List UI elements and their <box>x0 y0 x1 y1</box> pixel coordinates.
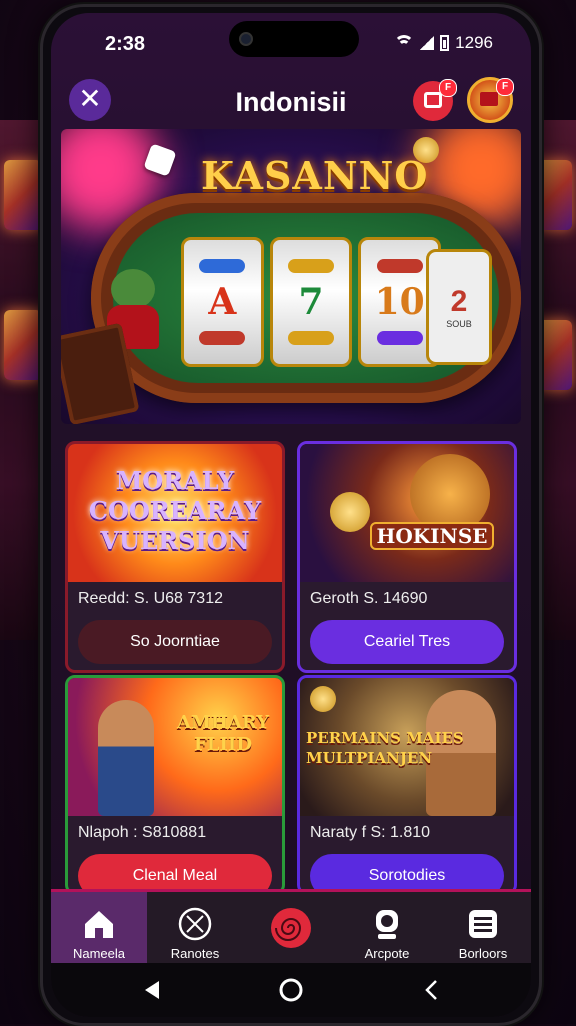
nav-item-home[interactable]: Nameela <box>51 892 147 966</box>
nav-item-more[interactable]: Borloors <box>435 892 531 966</box>
wifi-icon <box>394 35 415 51</box>
nav-label: Nameela <box>72 946 126 961</box>
hero-title: KASANNO <box>201 153 429 198</box>
app-screen: 2:38 1296 ✕ Indonisii F F KASANNO A 7 10… <box>51 13 531 1017</box>
menu-icon <box>469 910 497 938</box>
camera-notch <box>229 21 359 57</box>
nav-label: Borloors <box>458 946 508 961</box>
gift-badge: F <box>439 79 457 97</box>
reel: 7 <box>269 237 353 367</box>
card-title: PERMAINS MAIES MULTPIANJEN <box>306 729 464 767</box>
coin-icon <box>330 492 370 532</box>
card-title: MORALY COOREARAY VUERSION <box>88 466 262 555</box>
back-triangle-icon[interactable] <box>141 979 163 1001</box>
card-title: HOKINSE <box>370 522 494 550</box>
reel-subtext: SOUB <box>446 319 472 329</box>
gift-button[interactable]: F <box>413 79 457 121</box>
bottom-nav: Nameela Ranotes Arcpote Borloors <box>51 889 531 966</box>
gift-icon <box>424 92 442 108</box>
nav-item-center[interactable] <box>243 892 339 966</box>
status-time: 2:38 <box>105 33 146 55</box>
nav-label: Ranotes <box>170 946 220 961</box>
avatar[interactable]: F <box>467 77 514 123</box>
card-title: AMHARY FLIID <box>176 712 270 755</box>
card-meta: Reedd: S. U68 7312 <box>78 590 223 607</box>
reel-symbol: 7 <box>298 281 324 323</box>
nav-item-account[interactable]: Arcpote <box>339 892 435 966</box>
card-button[interactable]: Ceariel Tres <box>310 620 504 664</box>
system-icons: 1296 <box>394 33 493 53</box>
card-button[interactable]: So Joorntiae <box>78 620 272 664</box>
reel-symbol: A <box>208 281 237 323</box>
reel: A <box>181 237 264 367</box>
card-image: PERMAINS MAIES MULTPIANJEN <box>300 678 514 816</box>
slot-reels: A 7 10 <box>181 237 442 367</box>
game-card[interactable]: HOKINSE Geroth S. 14690 Ceariel Tres <box>297 441 517 673</box>
app-bar: ✕ Indonisii F F <box>51 75 531 131</box>
avatar-badge: F <box>496 78 514 96</box>
system-navigation-bar <box>51 963 531 1017</box>
card-meta: Geroth S. 14690 <box>310 590 428 607</box>
background-screen <box>4 310 42 380</box>
card-meta: Naraty f S: 1.810 <box>310 824 431 841</box>
reel-symbol: 10 <box>374 281 425 323</box>
camera-icon <box>239 32 253 46</box>
person-illustration <box>98 700 154 816</box>
coin-icon <box>310 686 336 712</box>
signal-icon <box>420 36 435 50</box>
nav-item-routes[interactable]: Ranotes <box>147 892 243 966</box>
user-icon <box>376 910 398 939</box>
hero-banner[interactable]: KASANNO A 7 10 2 SOUB <box>61 129 521 424</box>
card-image: MORALY COOREARAY VUERSION <box>68 444 282 582</box>
home-circle-icon[interactable] <box>278 977 304 1003</box>
status-right-text: 1296 <box>455 33 493 52</box>
side-reel: 2 SOUB <box>426 249 492 365</box>
game-card[interactable]: MORALY COOREARAY VUERSION Reedd: S. U68 … <box>65 441 285 673</box>
reel-symbol: 2 <box>450 285 468 318</box>
status-bar: 2:38 1296 <box>51 13 531 65</box>
spiral-icon <box>271 908 311 948</box>
card-image: HOKINSE <box>300 444 514 582</box>
card-image: AMHARY FLIID <box>68 678 282 816</box>
game-card[interactable]: AMHARY FLIID Nlapoh : S810881 Clenal Mea… <box>65 675 285 895</box>
battery-icon <box>440 35 450 51</box>
phone-frame: 2:38 1296 ✕ Indonisii F F KASANNO A 7 10… <box>40 4 542 1026</box>
page-title: Indonisii <box>235 87 347 117</box>
nav-label: Arcpote <box>364 946 410 961</box>
game-card[interactable]: PERMAINS MAIES MULTPIANJEN Naraty f S: 1… <box>297 675 517 895</box>
chevron-left-icon[interactable] <box>421 979 443 1001</box>
background-screen <box>4 160 42 230</box>
home-icon <box>85 911 113 938</box>
compass-icon <box>178 907 212 941</box>
card-meta: Nlapoh : S810881 <box>78 824 207 841</box>
